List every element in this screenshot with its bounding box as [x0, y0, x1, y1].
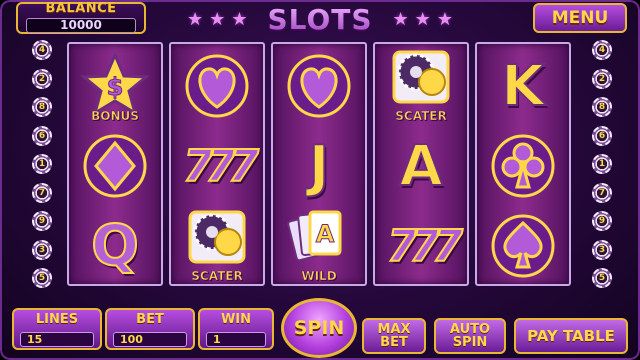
payline-indicators-right: 4 2 8 6 1 7 9 3 5: [592, 40, 614, 297]
payline-chip: 2: [592, 68, 612, 89]
club-icon: [491, 134, 555, 198]
reel-symbol: [477, 127, 569, 205]
reel-symbol: SCATER: [171, 207, 263, 285]
scatter-chips-icon: [188, 210, 246, 264]
spin-button[interactable]: SPIN: [281, 298, 357, 358]
payline-chip: 3: [592, 239, 612, 260]
svg-text:$: $: [107, 73, 124, 101]
reel-symbol: SCATER: [375, 47, 467, 125]
payline-chip: 3: [32, 239, 52, 260]
lines-panel[interactable]: LINES 15: [12, 308, 102, 350]
payline-chip: 5: [592, 268, 612, 288]
star-icon: ★: [209, 8, 226, 30]
payline-chip: 6: [592, 125, 612, 146]
payline-chip: 2: [32, 68, 52, 89]
payline-chip: 5: [32, 268, 52, 288]
star-icon: ★: [187, 8, 204, 30]
payline-chip: 1: [592, 154, 612, 174]
payline-chip: 4: [592, 40, 612, 60]
reel-symbol: 777: [171, 127, 263, 205]
payline-chip: 6: [32, 125, 52, 146]
reel-symbol: A: [375, 127, 467, 205]
letter-symbol: A: [398, 133, 443, 200]
bet-panel[interactable]: BET 100: [105, 308, 195, 350]
win-value: 1: [206, 332, 266, 347]
payline-chip: 8: [32, 97, 52, 117]
reel-4: SCATER A 777: [373, 42, 469, 286]
reel-2: 777 SCATER: [169, 42, 265, 286]
reel-symbol: [477, 207, 569, 285]
payline-chip: 7: [32, 182, 52, 203]
wild-card-letter: A: [316, 220, 335, 248]
heart-icon: [185, 54, 249, 118]
bet-label: BET: [136, 312, 164, 327]
reel-symbol: $ BONUS: [69, 47, 161, 125]
payline-chip: 9: [592, 211, 612, 231]
slot-machine-screen: BALANCE 10000 ★ ★ ★ SLOTS ★ ★ ★ MENU 4 2 8…: [0, 0, 640, 360]
wild-cards-icon: A: [287, 210, 342, 262]
payline-chip: 1: [32, 154, 52, 174]
diamond-icon: [83, 134, 147, 198]
reel-3: J A WILD: [271, 42, 367, 286]
reel-symbol: A WILD: [273, 207, 365, 285]
reel-1: $ BONUS Q: [67, 42, 163, 286]
reel-symbol: Q: [69, 207, 161, 285]
reel-symbol: 777: [375, 207, 467, 285]
symbol-caption: SCATER: [191, 269, 243, 284]
star-icon: ★: [231, 8, 248, 30]
auto-spin-button[interactable]: AUTO SPIN: [434, 318, 506, 354]
letter-symbol: J: [308, 133, 331, 200]
symbol-caption: BONUS: [91, 109, 139, 124]
letter-symbol: K: [500, 53, 545, 120]
payline-chip: 7: [592, 182, 612, 203]
bet-value: 100: [113, 332, 187, 347]
star-icon: ★: [436, 8, 453, 30]
symbol-caption: WILD: [301, 269, 337, 284]
reel-symbol: [273, 47, 365, 125]
win-panel: WIN 1: [198, 308, 274, 350]
game-title: ★ ★ ★ SLOTS ★ ★ ★: [160, 2, 480, 36]
payline-chip: 4: [32, 40, 52, 60]
win-label: WIN: [220, 312, 252, 327]
star-icon: ★: [392, 8, 409, 30]
payline-chip: 8: [592, 97, 612, 117]
payline-chip: 9: [32, 211, 52, 231]
title-text: SLOTS: [267, 2, 373, 36]
lines-value: 15: [20, 332, 94, 347]
balance-display: BALANCE 10000: [16, 1, 146, 34]
spade-icon: [491, 214, 555, 278]
symbol-caption: SCATER: [395, 109, 447, 124]
sevens-symbol: 777: [386, 220, 464, 273]
reel-5: K: [475, 42, 571, 286]
menu-button[interactable]: MENU: [533, 3, 627, 33]
reel-symbol: K: [477, 47, 569, 125]
star-icon: ★: [414, 8, 431, 30]
letter-symbol: Q: [90, 213, 140, 280]
scatter-chips-icon: [392, 50, 450, 104]
balance-value: 10000: [26, 18, 136, 33]
reel-symbol: [69, 127, 161, 205]
lines-label: LINES: [35, 312, 79, 327]
balance-label: BALANCE: [45, 1, 117, 16]
reel-symbol: [171, 47, 263, 125]
payline-indicators-left: 4 2 8 6 1 7 9 3 5: [32, 40, 54, 297]
sevens-symbol: 777: [182, 140, 260, 193]
heart-icon: [287, 54, 351, 118]
pay-table-button[interactable]: PAY TABLE: [514, 318, 628, 354]
reel-symbol: J: [273, 127, 365, 205]
max-bet-button[interactable]: MAX BET: [362, 318, 426, 354]
